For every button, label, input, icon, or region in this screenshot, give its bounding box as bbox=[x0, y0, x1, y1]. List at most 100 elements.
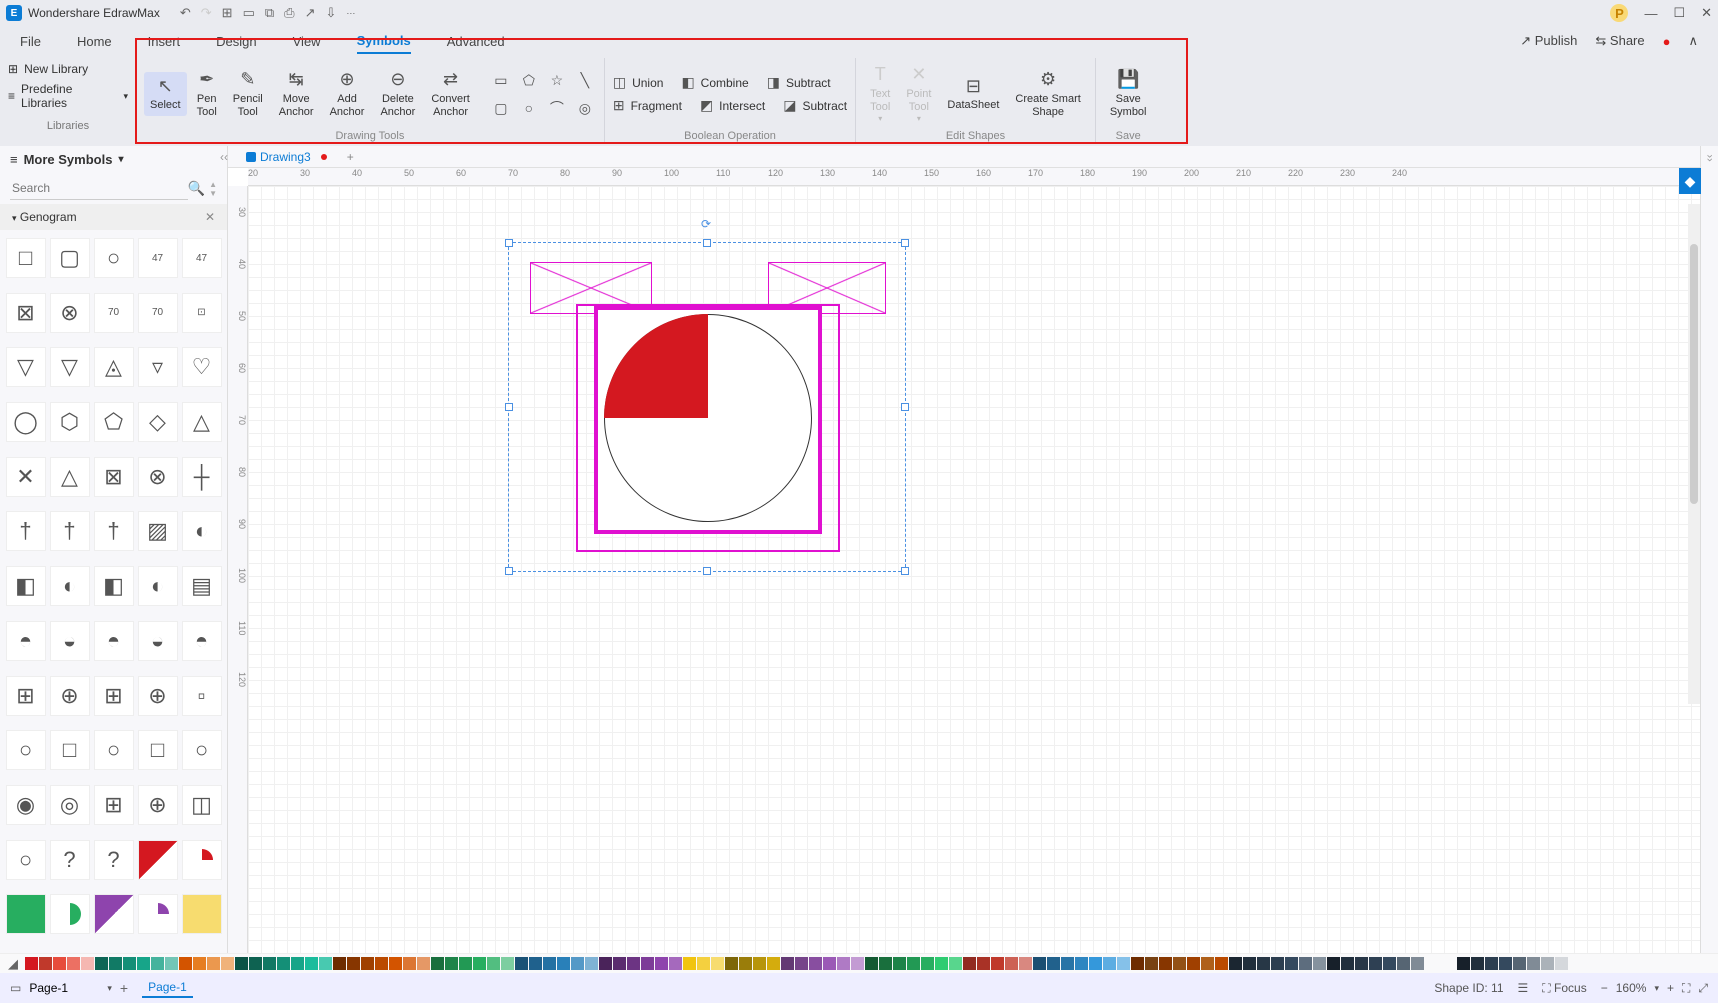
symbol-item[interactable]: ⊗ bbox=[138, 457, 178, 497]
symbol-item[interactable]: ⊠ bbox=[6, 293, 46, 333]
color-swatch[interactable] bbox=[585, 957, 598, 970]
symbol-item[interactable] bbox=[138, 840, 178, 880]
color-swatch[interactable] bbox=[1471, 957, 1484, 970]
symbol-item[interactable]: ⬡ bbox=[50, 402, 90, 442]
symbol-item[interactable]: ▽ bbox=[50, 347, 90, 387]
minimize-button[interactable]: — bbox=[1644, 6, 1657, 21]
delete-anchor-tool[interactable]: ⊖Delete Anchor bbox=[374, 65, 421, 123]
color-swatch[interactable] bbox=[893, 957, 906, 970]
color-swatch[interactable] bbox=[795, 957, 808, 970]
right-collapsed-panel[interactable]: ›› bbox=[1700, 146, 1718, 953]
color-swatch[interactable] bbox=[1061, 957, 1074, 970]
collapse-ribbon-button[interactable]: ∧ bbox=[1688, 33, 1698, 49]
fill-indicator-icon[interactable]: ◢ bbox=[8, 956, 18, 972]
zoom-out-button[interactable]: − bbox=[1601, 981, 1608, 995]
color-swatch[interactable] bbox=[1215, 957, 1228, 970]
symbol-item[interactable]: ◓ bbox=[94, 621, 134, 661]
symbol-item[interactable]: 47 bbox=[138, 238, 178, 278]
color-swatch[interactable] bbox=[851, 957, 864, 970]
zoom-level[interactable]: 160% bbox=[1616, 981, 1647, 995]
predefine-libraries-button[interactable]: ≡Predefine Libraries▾ bbox=[8, 82, 128, 110]
symbol-item[interactable]: ? bbox=[50, 840, 90, 880]
color-swatch[interactable] bbox=[487, 957, 500, 970]
layers-icon[interactable]: ☰ bbox=[1518, 981, 1529, 995]
symbol-item[interactable]: ◉ bbox=[6, 785, 46, 825]
text-tool[interactable]: TText Tool▾ bbox=[864, 60, 896, 128]
new-library-button[interactable]: ⊞New Library bbox=[8, 62, 128, 76]
qat-more-button[interactable]: ⋯ bbox=[346, 8, 355, 19]
close-window-button[interactable]: ✕ bbox=[1701, 5, 1712, 21]
color-swatch[interactable] bbox=[1271, 957, 1284, 970]
symbol-item[interactable]: ◬ bbox=[94, 347, 134, 387]
color-swatch[interactable] bbox=[193, 957, 206, 970]
color-swatch[interactable] bbox=[1541, 957, 1554, 970]
circle-shape[interactable]: ○ bbox=[518, 97, 540, 119]
color-swatch[interactable] bbox=[739, 957, 752, 970]
symbol-item[interactable]: 70 bbox=[94, 293, 134, 333]
pen-tool[interactable]: ✒Pen Tool bbox=[191, 65, 223, 123]
symbol-item[interactable]: △ bbox=[50, 457, 90, 497]
symbol-item[interactable] bbox=[182, 840, 222, 880]
resize-handle[interactable] bbox=[505, 567, 513, 575]
symbol-item[interactable]: † bbox=[6, 511, 46, 551]
color-swatch[interactable] bbox=[1527, 957, 1540, 970]
symbol-item[interactable]: ▫ bbox=[182, 676, 222, 716]
user-avatar[interactable]: P bbox=[1610, 4, 1628, 22]
symbol-item[interactable]: ? bbox=[94, 840, 134, 880]
symbol-item[interactable]: ◧ bbox=[6, 566, 46, 606]
color-swatch[interactable] bbox=[669, 957, 682, 970]
symbol-item[interactable]: ○ bbox=[182, 730, 222, 770]
symbol-item[interactable]: ◯ bbox=[6, 402, 46, 442]
new-button[interactable]: ⊞ bbox=[222, 5, 233, 21]
combine-button[interactable]: ◧Combine bbox=[681, 74, 748, 91]
color-swatch[interactable] bbox=[1075, 957, 1088, 970]
color-swatch[interactable] bbox=[781, 957, 794, 970]
color-swatch[interactable] bbox=[809, 957, 822, 970]
color-swatch[interactable] bbox=[263, 957, 276, 970]
symbol-item[interactable]: ◐ bbox=[138, 566, 178, 606]
design-tab[interactable]: Design bbox=[216, 30, 256, 53]
color-swatch[interactable] bbox=[403, 957, 416, 970]
more-symbols-header[interactable]: ≡More Symbols▾ bbox=[0, 146, 227, 173]
color-swatch[interactable] bbox=[1513, 957, 1526, 970]
color-swatch[interactable] bbox=[1089, 957, 1102, 970]
color-swatch[interactable] bbox=[683, 957, 696, 970]
symbol-item[interactable]: ◓ bbox=[182, 621, 222, 661]
symbol-item[interactable]: ▨ bbox=[138, 511, 178, 551]
undo-button[interactable]: ↶ bbox=[180, 5, 191, 21]
symbol-item[interactable]: ○ bbox=[94, 238, 134, 278]
symbol-item[interactable]: ◎ bbox=[50, 785, 90, 825]
color-swatch[interactable] bbox=[221, 957, 234, 970]
color-swatch[interactable] bbox=[249, 957, 262, 970]
symbol-item[interactable]: ▽ bbox=[6, 347, 46, 387]
color-swatch[interactable] bbox=[445, 957, 458, 970]
symbol-item[interactable]: ⊠ bbox=[94, 457, 134, 497]
color-swatch[interactable] bbox=[1397, 957, 1410, 970]
color-swatch[interactable] bbox=[501, 957, 514, 970]
color-swatch[interactable] bbox=[179, 957, 192, 970]
convert-anchor-tool[interactable]: ⇄Convert Anchor bbox=[425, 65, 476, 123]
symbol-item[interactable] bbox=[50, 894, 90, 934]
color-swatch[interactable] bbox=[67, 957, 80, 970]
color-swatch[interactable] bbox=[165, 957, 178, 970]
symbol-item[interactable]: ◐ bbox=[50, 566, 90, 606]
color-swatch[interactable] bbox=[25, 957, 38, 970]
color-swatch[interactable] bbox=[375, 957, 388, 970]
subtract2-button[interactable]: ◪Subtract bbox=[783, 97, 847, 114]
color-swatch[interactable] bbox=[235, 957, 248, 970]
symbol-item[interactable]: △ bbox=[182, 402, 222, 442]
symbol-item[interactable]: ⊕ bbox=[138, 676, 178, 716]
symbol-item[interactable]: ▢ bbox=[50, 238, 90, 278]
symbol-item[interactable] bbox=[94, 894, 134, 934]
print-button[interactable]: ⎙ bbox=[284, 5, 294, 21]
category-close-icon[interactable]: ✕ bbox=[205, 210, 215, 224]
notification-icon[interactable]: ● bbox=[1663, 34, 1671, 49]
symbol-item[interactable]: ⊞ bbox=[94, 785, 134, 825]
rectangle-shape[interactable]: ▭ bbox=[490, 69, 512, 91]
pencil-tool[interactable]: ✎Pencil Tool bbox=[227, 65, 269, 123]
search-down[interactable]: ▼ bbox=[209, 189, 217, 198]
pentagon-shape[interactable]: ⬠ bbox=[518, 69, 540, 91]
symbol-item[interactable] bbox=[138, 894, 178, 934]
color-swatch[interactable] bbox=[557, 957, 570, 970]
symbol-item[interactable]: ⊕ bbox=[50, 676, 90, 716]
